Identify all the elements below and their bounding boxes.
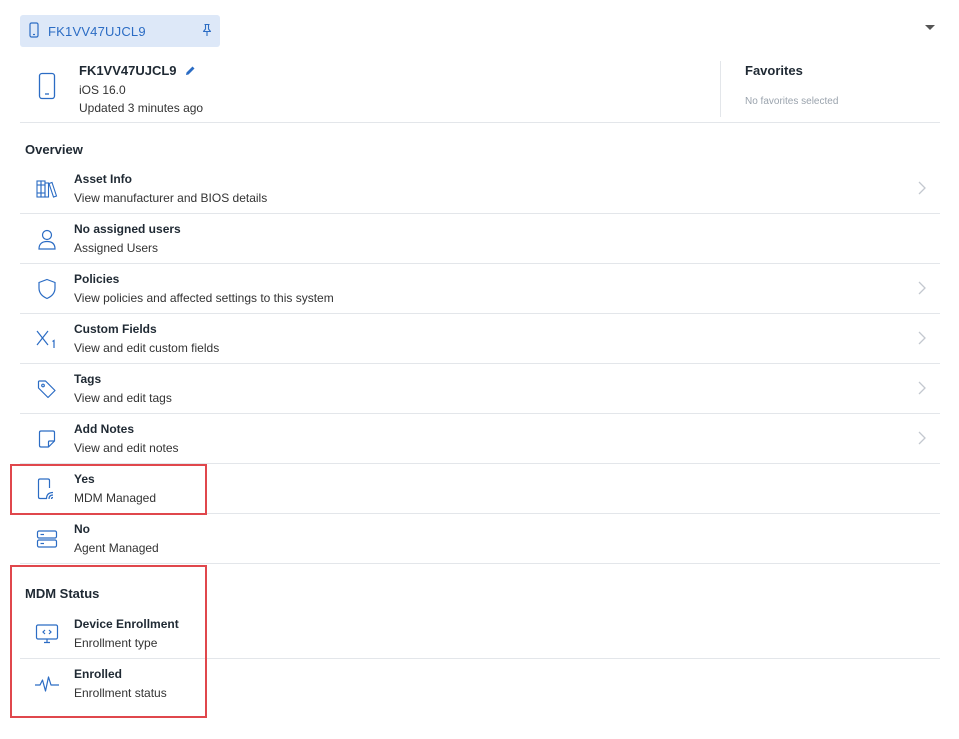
overview-item-asset-info[interactable]: Asset Info View manufacturer and BIOS de…: [20, 164, 940, 214]
highlight-box-mdm-status: [10, 565, 207, 718]
item-title: Tags: [74, 372, 102, 386]
caret-down-icon[interactable]: [924, 20, 936, 38]
overview-item-assigned-users: No assigned users Assigned Users: [20, 214, 940, 264]
favorites-title: Favorites: [745, 63, 803, 78]
item-subtitle: View manufacturer and BIOS details: [74, 191, 268, 205]
variable-icon: [34, 326, 60, 352]
chevron-right-icon: [918, 281, 926, 300]
shield-icon: [34, 276, 60, 302]
note-icon: [34, 426, 60, 452]
overview-item-agent-managed: No Agent Managed: [20, 514, 940, 564]
device-tab-chip[interactable]: FK1VV47UJCL9: [20, 15, 220, 47]
item-subtitle: View and edit tags: [74, 391, 172, 405]
item-title: Add Notes: [74, 422, 134, 436]
item-title: No assigned users: [74, 222, 181, 236]
overview-item-custom-fields[interactable]: Custom Fields View and edit custom field…: [20, 314, 940, 364]
highlight-box-mdm-managed: [10, 464, 207, 515]
chevron-right-icon: [918, 331, 926, 350]
phone-icon: [29, 21, 39, 41]
chevron-right-icon: [918, 381, 926, 400]
overview-item-tags[interactable]: Tags View and edit tags: [20, 364, 940, 414]
item-subtitle: View and edit notes: [74, 441, 179, 455]
item-title: Custom Fields: [74, 322, 157, 336]
item-title: Asset Info: [74, 172, 133, 186]
books-icon: [34, 176, 60, 202]
overview-item-policies[interactable]: Policies View policies and affected sett…: [20, 264, 940, 314]
item-title: No: [74, 522, 90, 536]
header-divider: [720, 61, 721, 117]
tab-label: FK1VV47UJCL9: [48, 23, 146, 39]
pin-icon[interactable]: [201, 23, 213, 40]
device-header: FK1VV47UJCL9 iOS 16.0 Updated 3 minutes …: [20, 61, 940, 123]
item-subtitle: View policies and affected settings to t…: [74, 291, 334, 305]
chevron-right-icon: [918, 181, 926, 200]
item-subtitle: Assigned Users: [74, 241, 159, 255]
device-os: iOS 16.0: [79, 83, 126, 97]
user-icon: [34, 226, 60, 252]
server-icon: [34, 526, 60, 552]
overview-item-notes[interactable]: Add Notes View and edit notes: [20, 414, 940, 464]
pencil-icon[interactable]: [184, 65, 196, 77]
favorites-empty: No favorites selected: [745, 96, 839, 107]
item-subtitle: Agent Managed: [74, 541, 159, 555]
item-subtitle: View and edit custom fields: [74, 341, 220, 355]
device-name: FK1VV47UJCL9: [79, 63, 196, 78]
chevron-right-icon: [918, 431, 926, 450]
device-name-text: FK1VV47UJCL9: [79, 63, 177, 78]
device-updated: Updated 3 minutes ago: [79, 101, 204, 115]
overview-title: Overview: [25, 142, 83, 157]
item-title: Policies: [74, 272, 120, 286]
tag-icon: [34, 376, 60, 402]
smartphone-icon: [38, 72, 56, 105]
